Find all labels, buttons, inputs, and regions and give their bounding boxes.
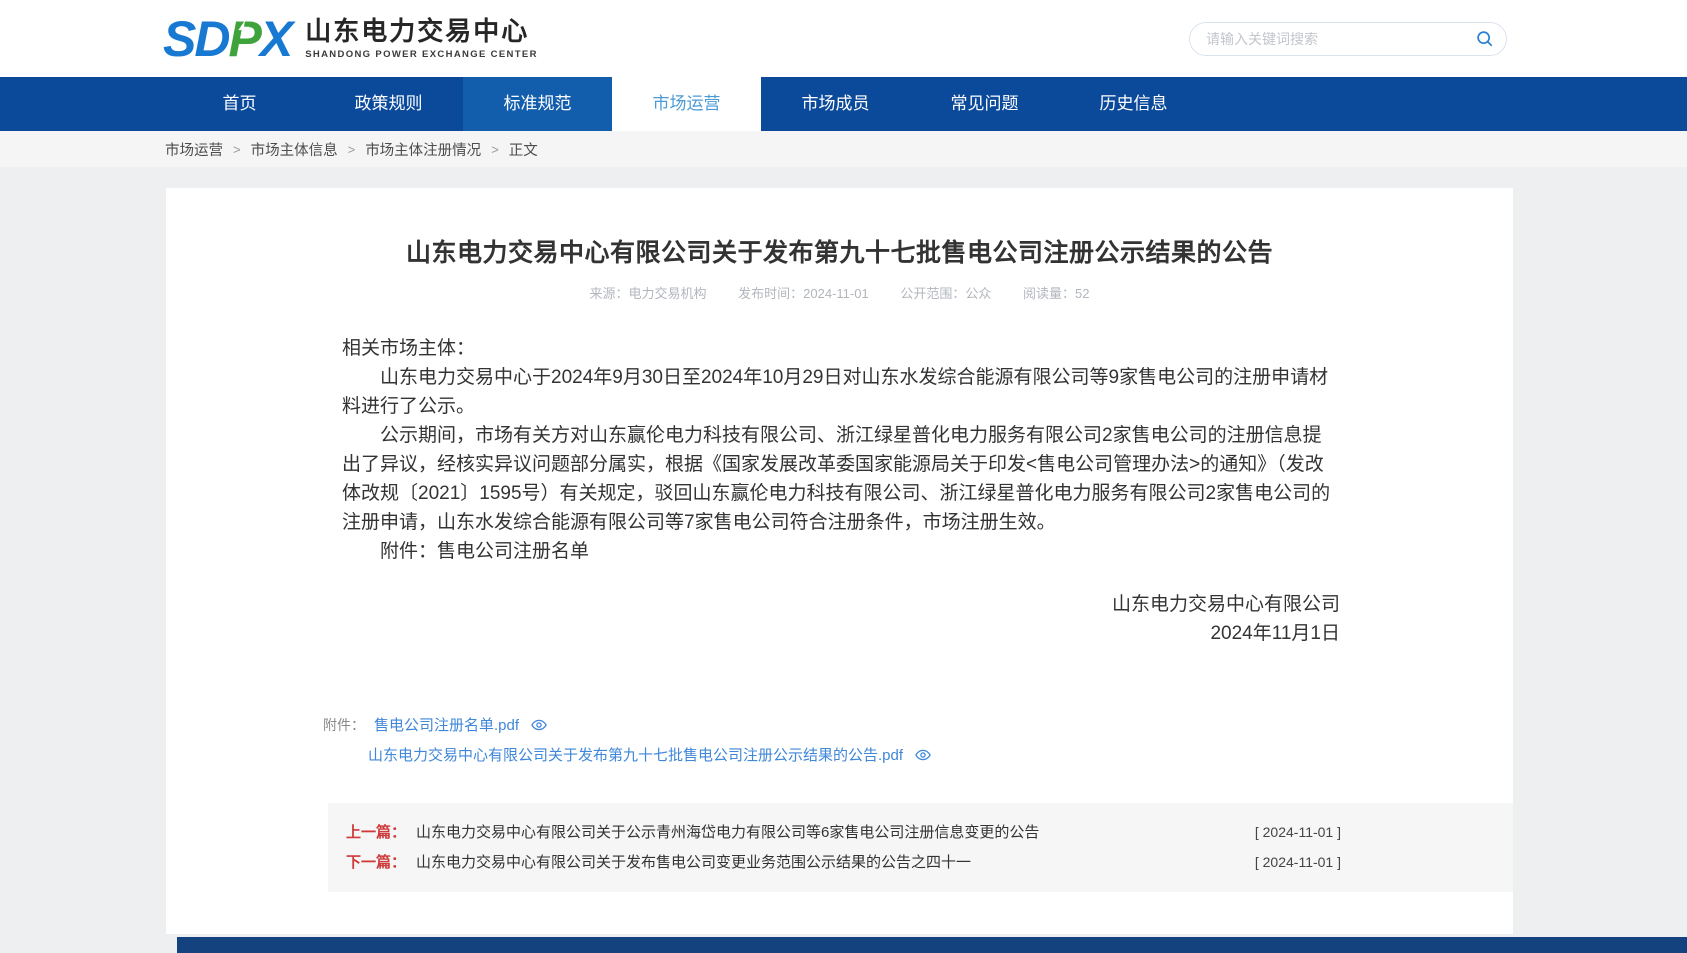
prev-article-row: 上一篇： 山东电力交易中心有限公司关于公示青州海岱电力有限公司等6家售电公司注册… xyxy=(346,820,1341,845)
logo-letter-p: P xyxy=(228,11,259,67)
paragraph-attachment-note: 附件：售电公司注册名单 xyxy=(342,537,1340,566)
logo-name-cn: 山东电力交易中心 xyxy=(305,17,538,47)
signature-date: 2024年11月1日 xyxy=(342,619,1340,648)
nav-item-faq[interactable]: 常见问题 xyxy=(910,77,1059,131)
attachment-link-announcement-pdf[interactable]: 山东电力交易中心有限公司关于发布第九十七批售电公司注册公示结果的公告.pdf xyxy=(368,744,903,765)
search-button[interactable] xyxy=(1474,29,1494,49)
logo-letters-sd: SD xyxy=(163,11,228,67)
site-logo[interactable]: SDPX 山东电力交易中心 SHANDONG POWER EXCHANGE CE… xyxy=(163,14,538,64)
prev-article-link[interactable]: 山东电力交易中心有限公司关于公示青州海岱电力有限公司等6家售电公司注册信息变更的… xyxy=(416,821,1235,845)
paragraph: 山东电力交易中心于2024年9月30日至2024年10月29日对山东水发综合能源… xyxy=(342,363,1340,421)
breadcrumb-registration-status[interactable]: 市场主体注册情况 xyxy=(365,139,481,160)
preview-eye-icon[interactable] xyxy=(915,749,931,761)
attachments-section: 附件： 售电公司注册名单.pdf 山东电力交易中心有限公司关于发布第九十七批售电… xyxy=(166,714,1513,765)
attachments-label: 附件： xyxy=(323,715,365,735)
article-meta: 来源：电力交易机构 发布时间：2024-11-01 公开范围：公众 阅读量：52 xyxy=(166,283,1513,302)
site-header: SDPX 山东电力交易中心 SHANDONG POWER EXCHANGE CE… xyxy=(0,0,1687,77)
breadcrumb-separator: > xyxy=(491,142,499,157)
nav-item-history[interactable]: 历史信息 xyxy=(1059,77,1208,131)
main-nav: 首页 政策规则 标准规范 市场运营 市场成员 常见问题 历史信息 xyxy=(0,77,1687,131)
nav-item-market-members[interactable]: 市场成员 xyxy=(761,77,910,131)
breadcrumb-current-article: 正文 xyxy=(509,139,538,160)
search-input[interactable] xyxy=(1206,31,1474,47)
paragraph: 相关市场主体： xyxy=(342,334,1340,363)
breadcrumb-separator: > xyxy=(348,142,356,157)
search-icon xyxy=(1476,30,1493,47)
nav-item-standards[interactable]: 标准规范 xyxy=(463,77,612,131)
logo-name-en: SHANDONG POWER EXCHANGE CENTER xyxy=(305,49,538,60)
prev-article-date: [ 2024-11-01 ] xyxy=(1255,820,1341,844)
attachment-link-register-list[interactable]: 售电公司注册名单.pdf xyxy=(374,714,519,735)
footer-strip xyxy=(177,937,1687,953)
paragraph: 公示期间，市场有关方对山东赢伦电力科技有限公司、浙江绿星普化电力服务有限公司2家… xyxy=(342,421,1340,537)
logo-mark: SDPX xyxy=(163,14,291,64)
meta-views: 阅读量：52 xyxy=(1023,286,1089,301)
article-card: 山东电力交易中心有限公司关于发布第九十七批售电公司注册公示结果的公告 来源：电力… xyxy=(166,188,1513,934)
nav-item-market-operation[interactable]: 市场运营 xyxy=(612,77,761,131)
preview-eye-icon[interactable] xyxy=(531,719,547,731)
article-body: 相关市场主体： 山东电力交易中心于2024年9月30日至2024年10月29日对… xyxy=(166,334,1513,648)
attachment-row: 山东电力交易中心有限公司关于发布第九十七批售电公司注册公示结果的公告.pdf xyxy=(323,744,1513,765)
breadcrumb-separator: > xyxy=(233,142,241,157)
logo-names: 山东电力交易中心 SHANDONG POWER EXCHANGE CENTER xyxy=(305,17,538,61)
prev-next-box: 上一篇： 山东电力交易中心有限公司关于公示青州海岱电力有限公司等6家售电公司注册… xyxy=(328,803,1513,892)
next-article-date: [ 2024-11-01 ] xyxy=(1255,850,1341,874)
logo-letter-x: X xyxy=(260,11,291,67)
next-label: 下一篇： xyxy=(346,851,406,875)
breadcrumb-market-operation[interactable]: 市场运营 xyxy=(165,139,223,160)
meta-scope: 公开范围：公众 xyxy=(900,286,991,301)
nav-item-policy-rules[interactable]: 政策规则 xyxy=(314,77,463,131)
nav-item-home[interactable]: 首页 xyxy=(165,77,314,131)
article-title: 山东电力交易中心有限公司关于发布第九十七批售电公司注册公示结果的公告 xyxy=(166,233,1513,269)
signature-company: 山东电力交易中心有限公司 xyxy=(342,590,1340,619)
next-article-link[interactable]: 山东电力交易中心有限公司关于发布售电公司变更业务范围公示结果的公告之四十一 xyxy=(416,851,1235,875)
meta-source: 来源：电力交易机构 xyxy=(590,286,707,301)
search-box xyxy=(1189,22,1507,56)
breadcrumb: 市场运营 > 市场主体信息 > 市场主体注册情况 > 正文 xyxy=(0,131,1687,167)
breadcrumb-market-subject-info[interactable]: 市场主体信息 xyxy=(251,139,338,160)
attachment-row: 附件： 售电公司注册名单.pdf xyxy=(323,714,1513,735)
prev-label: 上一篇： xyxy=(346,821,406,845)
next-article-row: 下一篇： 山东电力交易中心有限公司关于发布售电公司变更业务范围公示结果的公告之四… xyxy=(346,850,1341,875)
lightning-icon xyxy=(238,20,250,38)
meta-publish-time: 发布时间：2024-11-01 xyxy=(738,286,869,301)
